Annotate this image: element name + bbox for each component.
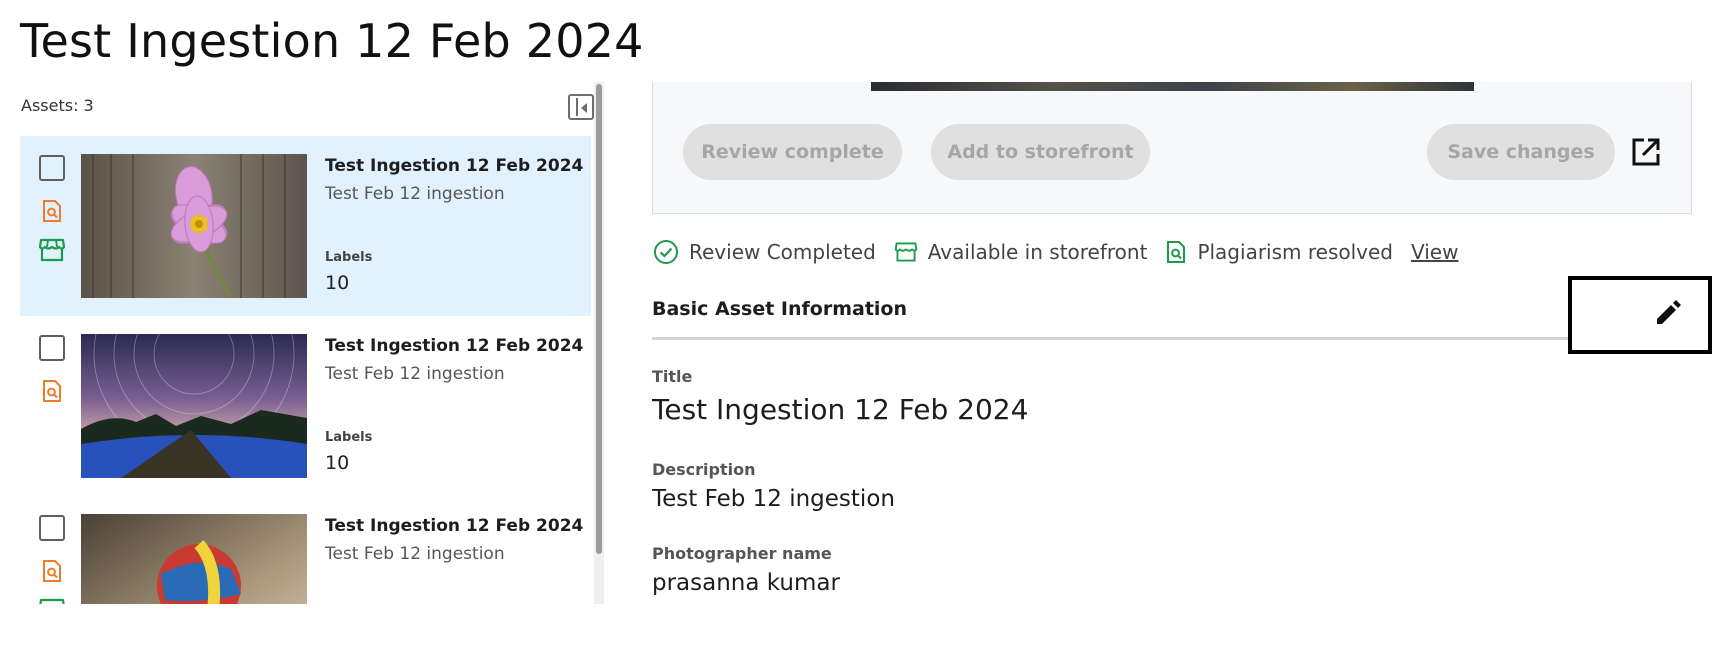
storefront-icon xyxy=(38,238,66,262)
asset-title: Test Ingestion 12 Feb 2024 xyxy=(325,516,584,536)
asset-description: Test Feb 12 ingestion xyxy=(325,544,505,564)
title-value: Test Ingestion 12 Feb 2024 xyxy=(652,393,1029,426)
plagiarism-status-label: Plagiarism resolved xyxy=(1197,240,1393,264)
description-value: Test Feb 12 ingestion xyxy=(652,486,895,512)
plagiarism-icon xyxy=(1167,241,1186,263)
scrollbar-thumb[interactable] xyxy=(596,84,602,554)
asset-preview-image xyxy=(871,82,1474,91)
save-changes-button[interactable]: Save changes xyxy=(1427,124,1615,180)
asset-list-scrollbar[interactable] xyxy=(594,82,604,604)
labels-caption: Labels xyxy=(325,250,373,265)
title-label: Title xyxy=(652,367,693,386)
labels-caption: Labels xyxy=(325,430,373,445)
storefront-status-label: Available in storefront xyxy=(927,240,1148,264)
storefront-icon xyxy=(894,242,918,262)
check-circle-icon xyxy=(654,240,678,264)
edit-button[interactable] xyxy=(1568,276,1712,354)
open-external-icon[interactable] xyxy=(1630,136,1662,168)
asset-card[interactable]: Test Ingestion 12 Feb 2024 Test Feb 12 i… xyxy=(20,316,591,496)
asset-thumbnail-night-sky[interactable] xyxy=(81,334,307,478)
section-divider xyxy=(652,337,1692,340)
asset-checkbox[interactable] xyxy=(39,515,65,541)
asset-title: Test Ingestion 12 Feb 2024 xyxy=(325,336,584,356)
asset-list-panel: Assets: 3 Test Ingestion 12 Feb 2024 Tes… xyxy=(20,82,604,604)
asset-thumbnail-flower[interactable] xyxy=(81,154,307,298)
asset-title: Test Ingestion 12 Feb 2024 xyxy=(325,156,584,176)
asset-card[interactable]: Test Ingestion 12 Feb 2024 Test Feb 12 i… xyxy=(20,136,591,316)
assets-count: Assets: 3 xyxy=(21,96,94,115)
storefront-icon xyxy=(39,598,65,604)
photographer-value: prasanna kumar xyxy=(652,570,840,596)
photographer-label: Photographer name xyxy=(652,544,832,563)
plagiarism-status: Plagiarism resolved xyxy=(1165,240,1393,264)
plagiarism-icon xyxy=(43,560,61,582)
plagiarism-icon xyxy=(43,380,61,402)
review-complete-button[interactable]: Review complete xyxy=(683,124,902,180)
asset-description: Test Feb 12 ingestion xyxy=(325,184,505,204)
status-row: Review Completed Available in storefront… xyxy=(653,236,1458,268)
description-label: Description xyxy=(652,460,756,479)
plagiarism-icon xyxy=(43,200,61,222)
review-status-label: Review Completed xyxy=(689,240,876,264)
pencil-icon xyxy=(1657,300,1681,324)
collapse-panel-icon[interactable] xyxy=(568,94,594,120)
add-to-storefront-button[interactable]: Add to storefront xyxy=(931,124,1150,180)
review-status: Review Completed xyxy=(653,239,876,265)
page-title: Test Ingestion 12 Feb 2024 xyxy=(20,14,644,68)
storefront-status: Available in storefront xyxy=(894,240,1148,264)
asset-list: Test Ingestion 12 Feb 2024 Test Feb 12 i… xyxy=(20,136,591,604)
asset-card[interactable]: Test Ingestion 12 Feb 2024 Test Feb 12 i… xyxy=(20,496,591,604)
asset-checkbox[interactable] xyxy=(39,335,65,361)
section-header: Basic Asset Information xyxy=(652,298,907,320)
labels-count: 10 xyxy=(325,452,350,474)
view-plagiarism-link[interactable]: View xyxy=(1411,240,1458,264)
labels-count: 10 xyxy=(325,272,350,294)
asset-description: Test Feb 12 ingestion xyxy=(325,364,505,384)
asset-thumbnail-juggling-balls[interactable] xyxy=(81,514,307,604)
asset-checkbox[interactable] xyxy=(39,155,65,181)
